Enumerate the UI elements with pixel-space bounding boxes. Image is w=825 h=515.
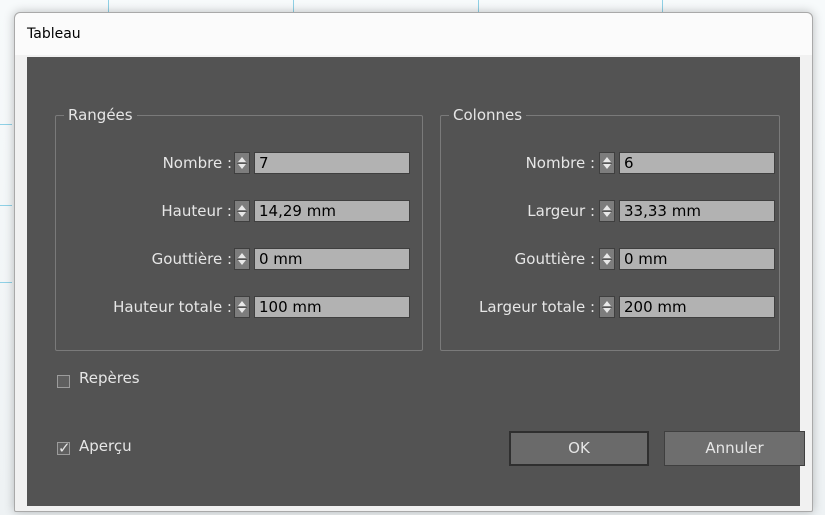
- columns-width-spinner[interactable]: [599, 200, 615, 222]
- spin-down-icon[interactable]: [603, 212, 611, 217]
- rows-height-input[interactable]: 14,29 mm: [254, 200, 410, 222]
- columns-group-title: Colonnes: [449, 106, 527, 124]
- dialog-body: Rangées Nombre : 7 Hauteur : 14,29 mm Go…: [27, 57, 805, 506]
- spin-up-icon[interactable]: [603, 157, 611, 162]
- rows-group: Rangées Nombre : 7 Hauteur : 14,29 mm Go…: [55, 106, 423, 351]
- columns-total-width-label: Largeur totale :: [479, 298, 595, 316]
- spin-down-icon[interactable]: [238, 212, 246, 217]
- spin-down-icon[interactable]: [603, 260, 611, 265]
- preview-checkbox-label[interactable]: Aperçu: [79, 437, 132, 455]
- spin-up-icon[interactable]: [238, 253, 246, 258]
- rows-total-height-label: Hauteur totale :: [113, 298, 232, 316]
- guides-checkbox-label[interactable]: Repères: [79, 369, 140, 387]
- columns-total-width-input[interactable]: 200 mm: [619, 296, 775, 318]
- rows-height-label: Hauteur :: [161, 202, 232, 220]
- columns-count-label: Nombre :: [525, 154, 595, 172]
- columns-count-input[interactable]: 6: [619, 152, 775, 174]
- spin-down-icon[interactable]: [238, 308, 246, 313]
- cancel-button[interactable]: Annuler: [664, 431, 805, 466]
- table-dialog: Tableau Rangées Nombre : 7 Hauteur : 14,…: [14, 12, 813, 512]
- rows-count-spinner[interactable]: [234, 152, 250, 174]
- spin-down-icon[interactable]: [603, 164, 611, 169]
- title-bar[interactable]: Tableau: [15, 13, 812, 55]
- guides-checkbox[interactable]: [57, 375, 70, 388]
- columns-width-input[interactable]: 33,33 mm: [619, 200, 775, 222]
- ok-button[interactable]: OK: [509, 431, 649, 466]
- rows-count-label: Nombre :: [162, 154, 232, 172]
- columns-width-label: Largeur :: [527, 202, 595, 220]
- preview-checkbox[interactable]: ✓: [57, 439, 71, 457]
- spin-up-icon[interactable]: [238, 301, 246, 306]
- rows-total-height-spinner[interactable]: [234, 296, 250, 318]
- rows-height-spinner[interactable]: [234, 200, 250, 222]
- rows-gutter-label: Gouttière :: [151, 250, 232, 268]
- guide-line: [0, 282, 12, 283]
- guide-line: [0, 205, 12, 206]
- columns-group: Colonnes Nombre : 6 Largeur : 33,33 mm G…: [440, 106, 780, 351]
- spin-up-icon[interactable]: [238, 205, 246, 210]
- columns-total-width-spinner[interactable]: [599, 296, 615, 318]
- rows-total-height-input[interactable]: 100 mm: [254, 296, 410, 318]
- dialog-title: Tableau: [27, 26, 81, 42]
- spin-up-icon[interactable]: [603, 253, 611, 258]
- spin-down-icon[interactable]: [238, 164, 246, 169]
- columns-gutter-label: Gouttière :: [514, 250, 595, 268]
- rows-gutter-input[interactable]: 0 mm: [254, 248, 410, 270]
- checkmark-icon: ✓: [58, 439, 71, 457]
- columns-gutter-spinner[interactable]: [599, 248, 615, 270]
- columns-count-spinner[interactable]: [599, 152, 615, 174]
- spin-up-icon[interactable]: [238, 157, 246, 162]
- spin-down-icon[interactable]: [603, 308, 611, 313]
- rows-count-input[interactable]: 7: [254, 152, 410, 174]
- columns-gutter-input[interactable]: 0 mm: [619, 248, 775, 270]
- guide-line: [0, 124, 12, 125]
- rows-group-title: Rangées: [64, 106, 137, 124]
- rows-gutter-spinner[interactable]: [234, 248, 250, 270]
- spin-down-icon[interactable]: [238, 260, 246, 265]
- spin-up-icon[interactable]: [603, 301, 611, 306]
- spin-up-icon[interactable]: [603, 205, 611, 210]
